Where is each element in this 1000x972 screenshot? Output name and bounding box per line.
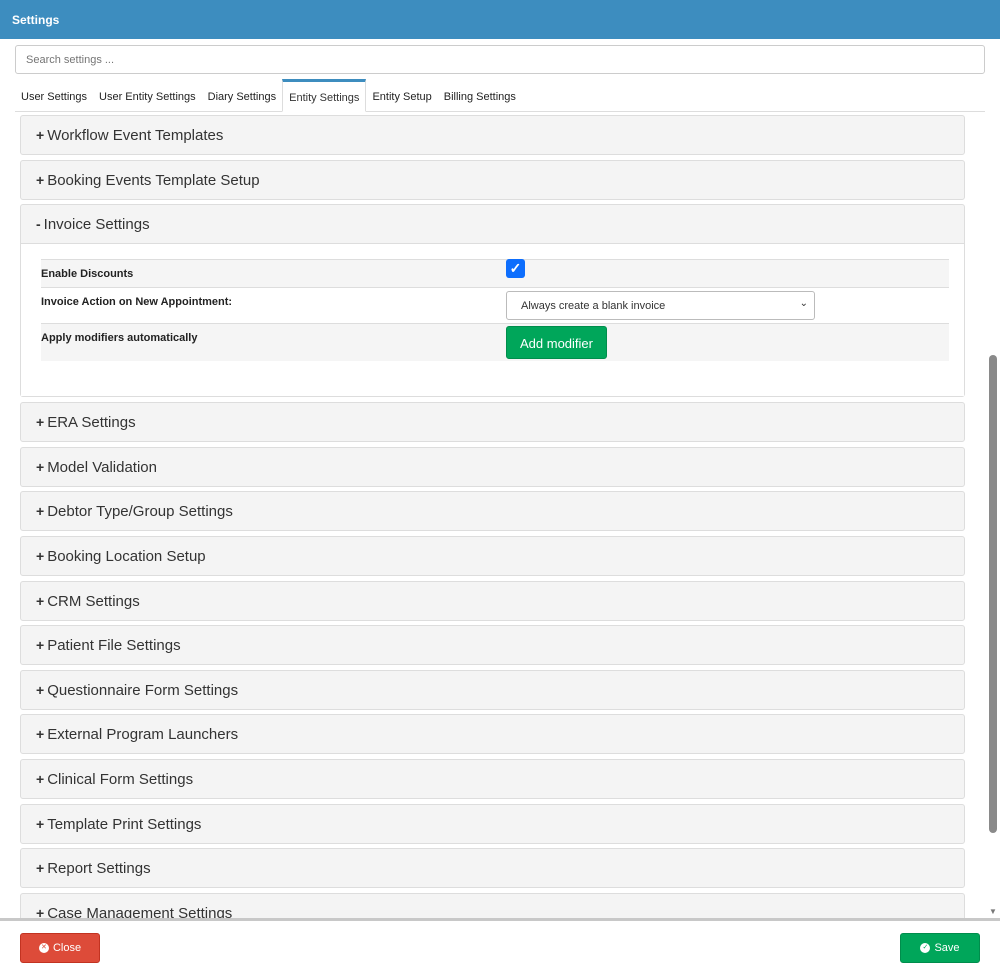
chevron-down-icon: ⌄ xyxy=(799,298,808,309)
tab-diary-settings[interactable]: Diary Settings xyxy=(202,79,282,112)
expand-icon: + xyxy=(36,682,45,698)
panel-header[interactable]: + Booking Events Template Setup xyxy=(21,161,964,199)
tab-entity-setup[interactable]: Entity Setup xyxy=(366,79,437,112)
save-button[interactable]: ✓ Save xyxy=(900,933,980,963)
panel-debtor-type-group-settings: + Debtor Type/Group Settings xyxy=(20,491,965,531)
panel-header[interactable]: + CRM Settings xyxy=(21,582,964,620)
footer: ✕ Close ✓ Save xyxy=(0,918,1000,972)
panel-external-program-launchers: + External Program Launchers xyxy=(20,714,965,754)
panel-title: ERA Settings xyxy=(47,414,136,431)
panel-report-settings: + Report Settings xyxy=(20,848,965,888)
panel-invoice-settings: - Invoice Settings Enable Discounts ✓ Invo… xyxy=(20,204,965,397)
settings-scroll-area: - Invoice Settings Enable Discounts ✓ Invo… xyxy=(0,112,1000,918)
search-input[interactable] xyxy=(15,45,985,74)
panel-patient-file-settings: + Patient File Settings xyxy=(20,625,965,665)
expand-icon: + xyxy=(36,593,45,609)
close-circle-icon: ✕ xyxy=(38,943,49,953)
expand-icon: + xyxy=(36,503,45,519)
tab-bar: User Settings User Entity Settings Diary… xyxy=(15,79,985,112)
panel-title: Patient File Settings xyxy=(47,637,181,654)
check-circle-icon: ✓ xyxy=(920,943,931,953)
panel-workflow-event-templates: + Workflow Event Templates xyxy=(20,115,965,155)
panel-header[interactable]: + Report Settings xyxy=(21,849,964,887)
expand-icon: + xyxy=(36,771,45,787)
panel-questionnaire-form-settings: + Questionnaire Form Settings xyxy=(20,670,965,710)
panel-header[interactable]: - Invoice Settings xyxy=(21,205,964,243)
panel-header[interactable]: + External Program Launchers xyxy=(21,715,964,753)
panel-header[interactable]: + ERA Settings xyxy=(21,403,964,441)
panel-title: CRM Settings xyxy=(47,593,140,610)
save-label: Save xyxy=(934,942,960,954)
tab-entity-settings[interactable]: Entity Settings xyxy=(282,79,367,112)
scrollbar[interactable]: ▼ xyxy=(987,112,999,918)
panel-title: Case Management Settings xyxy=(47,905,233,918)
panel-header[interactable]: + Template Print Settings xyxy=(21,805,964,843)
panel-header[interactable]: + Booking Location Setup xyxy=(21,537,964,575)
panel-title: Workflow Event Templates xyxy=(47,127,224,144)
expand-icon: + xyxy=(36,905,45,918)
panel-booking-location-setup: + Booking Location Setup xyxy=(20,536,965,576)
panel-header[interactable]: + Case Management Settings xyxy=(21,894,964,918)
expand-icon: + xyxy=(36,172,45,188)
invoice-action-label: Invoice Action on New Appointment: xyxy=(41,296,233,308)
scrollbar-thumb[interactable] xyxy=(989,355,997,833)
expand-icon: + xyxy=(36,414,45,430)
enable-discounts-label: Enable Discounts xyxy=(41,268,134,280)
tab-user-settings[interactable]: User Settings xyxy=(15,79,93,112)
add-modifier-button[interactable]: Add modifier xyxy=(506,326,607,359)
panel-title: Debtor Type/Group Settings xyxy=(47,503,233,520)
panel-title: Invoice Settings xyxy=(43,216,150,233)
close-label: Close xyxy=(52,942,82,954)
close-button[interactable]: ✕ Close xyxy=(20,933,100,963)
panel-booking-events-template-setup: + Booking Events Template Setup xyxy=(20,160,965,200)
expand-icon: + xyxy=(36,637,45,653)
expand-icon: + xyxy=(36,459,45,475)
expand-icon: + xyxy=(36,816,45,832)
panel-title: Model Validation xyxy=(47,459,157,476)
panel-title: Report Settings xyxy=(47,860,151,877)
panel-title: Booking Events Template Setup xyxy=(47,172,260,189)
enable-discounts-checkbox[interactable]: ✓ xyxy=(506,259,525,278)
tab-user-entity-settings[interactable]: User Entity Settings xyxy=(93,79,202,112)
panel-case-management-settings: + Case Management Settings xyxy=(20,893,965,918)
panel-header[interactable]: + Workflow Event Templates xyxy=(21,116,964,154)
tab-billing-settings[interactable]: Billing Settings xyxy=(438,79,522,112)
window-title: Settings xyxy=(0,0,1000,39)
panel-title: Booking Location Setup xyxy=(47,548,206,565)
expand-icon: + xyxy=(36,548,45,564)
selected-value: Always create a blank invoice xyxy=(521,300,666,312)
expand-icon: + xyxy=(36,127,45,143)
panel-header[interactable]: + Clinical Form Settings xyxy=(21,760,964,798)
panel-title: Questionnaire Form Settings xyxy=(47,682,239,699)
collapse-icon: - xyxy=(36,216,41,232)
invoice-action-select[interactable]: Always create a blank invoice ⌄ xyxy=(506,291,815,320)
panel-era-settings: + ERA Settings xyxy=(20,402,965,442)
panel-header[interactable]: + Questionnaire Form Settings xyxy=(21,671,964,709)
panel-title: Clinical Form Settings xyxy=(47,771,194,788)
expand-icon: + xyxy=(36,860,45,876)
panel-header[interactable]: + Model Validation xyxy=(21,448,964,486)
panel-template-print-settings: + Template Print Settings xyxy=(20,804,965,844)
expand-icon: + xyxy=(36,726,45,742)
panel-title: Template Print Settings xyxy=(47,816,202,833)
apply-modifiers-label: Apply modifiers automatically xyxy=(41,332,198,344)
scroll-down-arrow-icon[interactable]: ▼ xyxy=(989,907,997,916)
panel-title: External Program Launchers xyxy=(47,726,239,743)
panel-header[interactable]: + Debtor Type/Group Settings xyxy=(21,492,964,530)
panel-model-validation: + Model Validation xyxy=(20,447,965,487)
panel-clinical-form-settings: + Clinical Form Settings xyxy=(20,759,965,799)
panel-crm-settings: + CRM Settings xyxy=(20,581,965,621)
panel-header[interactable]: + Patient File Settings xyxy=(21,626,964,664)
